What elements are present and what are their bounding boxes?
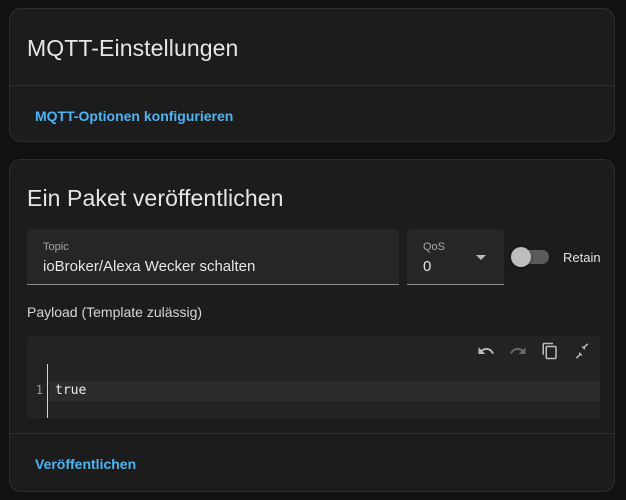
copy-icon[interactable] bbox=[540, 341, 560, 361]
undo-icon[interactable] bbox=[476, 341, 496, 361]
retain-toggle-knob bbox=[511, 247, 531, 267]
qos-value: 0 bbox=[423, 258, 432, 275]
redo-icon[interactable] bbox=[508, 341, 528, 361]
qos-select[interactable]: QoS 0 bbox=[407, 229, 504, 285]
divider bbox=[10, 85, 614, 86]
active-line-highlight bbox=[49, 381, 600, 401]
fullscreen-icon[interactable] bbox=[572, 341, 592, 361]
configure-mqtt-options-button[interactable]: MQTT-Optionen konfigurieren bbox=[35, 108, 233, 124]
card-title-publish: Ein Paket veröffentlichen bbox=[27, 185, 284, 211]
code-line[interactable]: true bbox=[55, 383, 86, 398]
payload-code-editor[interactable]: 1 true bbox=[27, 336, 600, 418]
qos-label: QoS bbox=[423, 241, 446, 253]
editor-toolbar bbox=[27, 336, 600, 364]
line-number: 1 bbox=[35, 383, 43, 397]
publish-packet-card: Ein Paket veröffentlichen Topic ioBroker… bbox=[9, 159, 615, 492]
editor-gutter: 1 bbox=[27, 364, 48, 418]
mqtt-settings-card: MQTT-Einstellungen MQTT-Optionen konfigu… bbox=[9, 8, 615, 142]
retain-label: Retain bbox=[563, 250, 601, 265]
topic-value[interactable]: ioBroker/Alexa Wecker schalten bbox=[43, 258, 255, 275]
payload-label: Payload (Template zulässig) bbox=[27, 304, 203, 320]
publish-button[interactable]: Veröffentlichen bbox=[35, 456, 136, 472]
retain-toggle[interactable] bbox=[511, 247, 549, 267]
divider bbox=[10, 433, 614, 434]
card-title-mqtt-settings: MQTT-Einstellungen bbox=[27, 35, 239, 61]
chevron-down-icon bbox=[476, 255, 486, 260]
topic-label: Topic bbox=[43, 241, 69, 253]
topic-input[interactable]: Topic ioBroker/Alexa Wecker schalten bbox=[27, 229, 399, 285]
